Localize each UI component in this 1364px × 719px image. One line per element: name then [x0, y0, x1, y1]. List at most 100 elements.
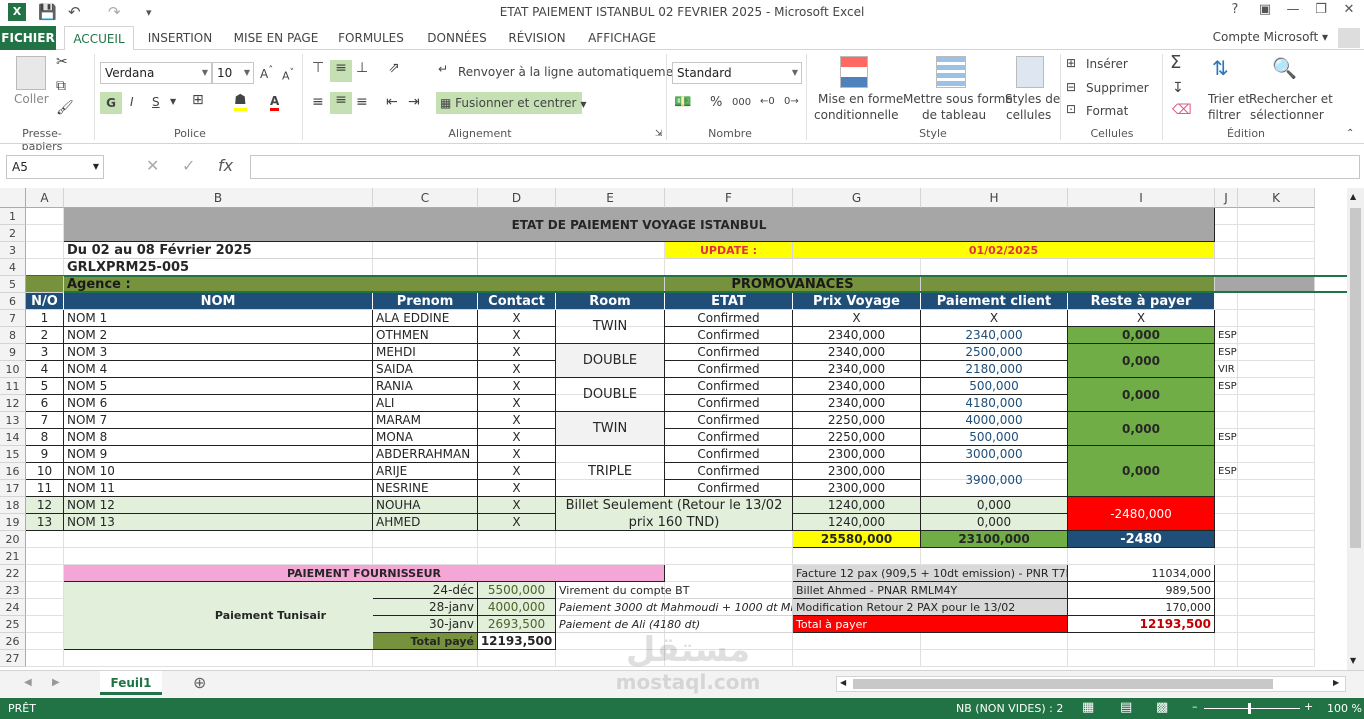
enter-icon[interactable]: ✓ [182, 156, 195, 175]
clear-icon[interactable]: ⌫ [1172, 102, 1192, 118]
currency-icon[interactable]: 💵 [674, 94, 691, 110]
invoice-label[interactable]: Facture 12 pax (909,5 + 10dt emission) -… [793, 565, 1068, 582]
merge-center-button[interactable]: ▦ Fusionner et centrer ▼ [436, 92, 586, 114]
page-break-icon[interactable]: ▩ [1156, 700, 1168, 715]
zoom-slider[interactable] [1204, 708, 1300, 709]
room-cell[interactable]: TWIN [556, 310, 665, 344]
format-as-table-icon[interactable] [936, 56, 966, 88]
cell-styles-icon[interactable] [1016, 56, 1044, 88]
font-size-select[interactable]: 10 ▼ [212, 62, 254, 84]
reste-cell[interactable]: 0,000 [1068, 327, 1215, 344]
prix-cell[interactable]: 2340,000 [793, 361, 921, 378]
update-date[interactable]: 01/02/2025 [793, 242, 1215, 259]
find-select-label-1[interactable]: Rechercher et [1249, 92, 1333, 106]
paiement-cell[interactable]: 3000,000 [921, 446, 1068, 463]
prix-cell[interactable]: 2300,000 [793, 463, 921, 480]
table-header-4[interactable]: Room [556, 293, 665, 310]
billet-note[interactable]: Billet Seulement (Retour le 13/02 prix 16… [556, 497, 793, 531]
row-header-24[interactable]: 24 [0, 599, 26, 616]
scroll-right-icon[interactable]: ▶ [1333, 678, 1339, 687]
autosum-icon[interactable]: Σ [1170, 52, 1181, 73]
invoice-label[interactable]: Modification Retour 2 PAX pour le 13/02 [793, 599, 1068, 616]
increase-indent-icon[interactable]: ⇥ [408, 94, 420, 110]
scroll-thumb[interactable] [1350, 208, 1361, 548]
column-header-J[interactable]: J [1215, 188, 1238, 208]
align-right-icon[interactable]: ≡ [356, 94, 368, 110]
update-label[interactable]: UPDATE : [665, 242, 793, 259]
select-all-corner[interactable] [0, 188, 26, 208]
scroll-down-icon[interactable]: ▼ [1350, 656, 1356, 665]
reste-cell[interactable]: X [1068, 310, 1215, 327]
payment-mode[interactable]: ESP [1215, 378, 1238, 395]
borders-icon[interactable]: ⊞ [192, 92, 204, 108]
contact-cell[interactable]: X [478, 480, 556, 497]
row-header-2[interactable]: 2 [0, 225, 26, 242]
find-select-icon[interactable]: 🔍 [1272, 56, 1297, 80]
increase-decimal-icon[interactable]: ←0 [760, 96, 775, 107]
contact-cell[interactable]: X [478, 327, 556, 344]
row-header-4[interactable]: 4 [0, 259, 26, 276]
formula-input[interactable] [250, 155, 1360, 179]
paiement-cell[interactable]: 4000,000 [921, 412, 1068, 429]
worksheet-grid[interactable]: A B C D E F G H I J K 1 2 3 4 5 6 7 8 9 10 11 12 13 14 15 16 17 18 19… [0, 188, 1347, 670]
horizontal-scroll-thumb[interactable] [853, 679, 1273, 689]
prenom-cell[interactable]: MARAM [373, 412, 478, 429]
name-cell[interactable]: NOM 4 [64, 361, 373, 378]
cancel-icon[interactable]: ✕ [146, 156, 159, 175]
delete-icon[interactable]: ⊟ [1066, 80, 1076, 94]
etat-cell[interactable]: Confirmed [665, 412, 793, 429]
fournisseur-header[interactable]: PAIEMENT FOURNISSEUR [64, 565, 665, 582]
prenom-cell[interactable]: OTHMEN [373, 327, 478, 344]
contact-cell[interactable]: X [478, 446, 556, 463]
supplier-note[interactable]: Virement du compte BT [556, 582, 793, 599]
etat-cell[interactable]: Confirmed [665, 327, 793, 344]
agency-name[interactable]: PROMOVANACES [665, 276, 921, 293]
align-top-icon[interactable]: ⊤ [312, 60, 324, 76]
name-cell[interactable]: NOM 1 [64, 310, 373, 327]
prev-sheet-icon[interactable]: ◀ [24, 677, 32, 688]
copy-icon[interactable]: ⧉ [56, 78, 66, 94]
row-header-18[interactable]: 18 [0, 497, 26, 514]
supplier-amount[interactable]: 5500,000 [478, 582, 556, 599]
prenom-cell[interactable]: ABDERRAHMAN [373, 446, 478, 463]
prenom-cell[interactable]: ALI [373, 395, 478, 412]
insert-function-icon[interactable]: fx [218, 156, 233, 175]
payment-mode[interactable]: ESP [1215, 429, 1238, 446]
sheet-title[interactable]: ETAT DE PAIEMENT VOYAGE ISTANBUL [64, 208, 1215, 242]
row-header-8[interactable]: 8 [0, 327, 26, 344]
customize-toolbar-icon[interactable]: ▾ [146, 6, 152, 19]
supplier-note[interactable]: Paiement de Ali (4180 dt) [556, 616, 793, 633]
column-header-I[interactable]: I [1068, 188, 1215, 208]
room-cell[interactable]: DOUBLE [556, 378, 665, 412]
payment-mode[interactable]: ESP [1215, 344, 1238, 361]
save-icon[interactable]: 💾 [38, 3, 57, 21]
account-menu[interactable]: Compte Microsoft ▾ [1213, 30, 1328, 44]
tab-donnees[interactable]: DONNÉES [420, 26, 494, 50]
row-number[interactable]: 8 [26, 429, 64, 446]
reste-cell[interactable]: 0,000 [1068, 344, 1215, 378]
row-number[interactable]: 4 [26, 361, 64, 378]
name-cell[interactable]: NOM 8 [64, 429, 373, 446]
shrink-font-icon[interactable]: A˅ [282, 67, 294, 83]
prix-cell[interactable]: 2300,000 [793, 480, 921, 497]
table-header-6[interactable]: Prix Voyage [793, 293, 921, 310]
format-as-table-label-1[interactable]: Mettre sous forme [903, 92, 1013, 106]
column-header-C[interactable]: C [373, 188, 478, 208]
paste-button[interactable]: Coller [14, 92, 49, 106]
row-number[interactable]: 10 [26, 463, 64, 480]
add-sheet-icon[interactable]: ⊕ [193, 673, 206, 692]
cut-icon[interactable]: ✂ [56, 54, 68, 70]
column-header-E[interactable]: E [556, 188, 665, 208]
column-header-G[interactable]: G [793, 188, 921, 208]
underline-dropdown-icon[interactable]: ▼ [170, 97, 176, 106]
contact-cell[interactable]: X [478, 497, 556, 514]
row-header-9[interactable]: 9 [0, 344, 26, 361]
delete-button[interactable]: Supprimer [1086, 81, 1149, 95]
tab-fichier[interactable]: FICHIER [0, 26, 56, 50]
wrap-text-button[interactable]: Renvoyer à la ligne automatiquement [458, 65, 685, 79]
align-center-icon[interactable]: ≡ [330, 92, 352, 114]
total-paye-value[interactable]: 12193,500 [478, 633, 556, 650]
payment-mode[interactable]: ESP [1215, 463, 1238, 480]
row-header-11[interactable]: 11 [0, 378, 26, 395]
agence-label[interactable]: Agence : [64, 276, 665, 293]
